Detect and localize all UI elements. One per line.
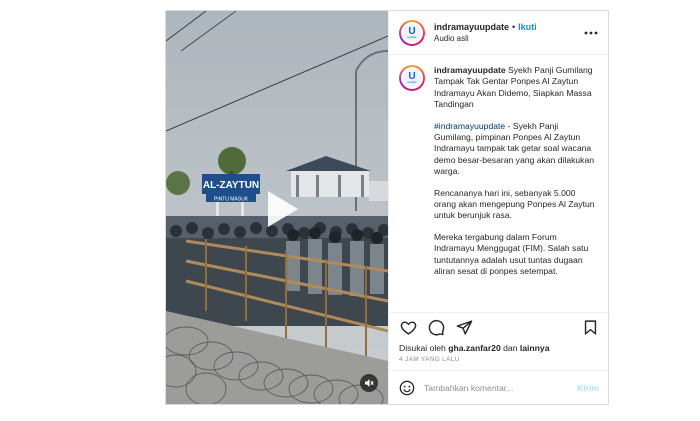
bookmark-icon[interactable] [581, 319, 599, 337]
caption-text: indramayuupdate Syekh Panji Gumilang Tam… [434, 65, 599, 312]
post-video[interactable]: AL-ZAYTUN PINTU MASUK [166, 11, 388, 404]
header-username[interactable]: indramayuupdate [434, 22, 509, 32]
post-header: U update indramayuupdate • Ikuti Audio asl… [389, 11, 609, 55]
post-details-panel: U update indramayuupdate • Ikuti Audio asl… [388, 11, 609, 404]
action-bar [389, 312, 609, 342]
audio-muted-icon[interactable] [360, 374, 378, 392]
caption-hashtag[interactable]: #indramayuupdate [434, 121, 505, 131]
comment-icon[interactable] [427, 319, 445, 337]
caption-avatar-sub: update [407, 80, 417, 84]
heart-icon[interactable] [399, 319, 417, 337]
sign-subtitle: PINTU MASUK [214, 197, 249, 203]
audio-label[interactable]: Audio asli [434, 33, 583, 44]
post-comment-button[interactable]: Kirim [577, 383, 599, 393]
comment-bar: Kirim [389, 370, 609, 404]
post-timestamp[interactable]: 4 JAM YANG LALU [389, 354, 609, 370]
sign-title: AL-ZAYTUN [203, 180, 259, 191]
caption-username[interactable]: indramayuupdate [434, 65, 506, 75]
caption-paragraph-2: Rencananya hari ini, sebanyak 5.000 oran… [434, 187, 595, 221]
avatar[interactable]: U update [399, 19, 425, 46]
caption-area: U update indramayuupdate Syekh Panji Gum… [389, 55, 609, 312]
more-horizontal-icon[interactable] [583, 25, 599, 41]
emoji-icon[interactable] [399, 380, 415, 396]
follow-button[interactable]: Ikuti [518, 22, 537, 32]
likes-user[interactable]: gha.zanfar20 [448, 343, 501, 353]
avatar-logo-sub: update [407, 34, 417, 39]
header-separator: • [512, 22, 516, 32]
comment-input[interactable] [424, 382, 578, 393]
caption-paragraph-3: Mereka tergabung dalam Forum Indramayu M… [434, 231, 589, 277]
likes-prefix: Disukai oleh [399, 343, 449, 353]
likes-summary: Disukai oleh gha.zanfar20 dan lainnya [389, 342, 609, 354]
play-icon[interactable] [260, 189, 300, 229]
likes-middle: dan [500, 343, 520, 353]
share-icon[interactable] [455, 319, 473, 337]
instagram-post: AL-ZAYTUN PINTU MASUK U update indramayu… [165, 10, 609, 405]
caption-avatar[interactable]: U update [399, 65, 425, 91]
likes-others[interactable]: lainnya [520, 343, 550, 353]
